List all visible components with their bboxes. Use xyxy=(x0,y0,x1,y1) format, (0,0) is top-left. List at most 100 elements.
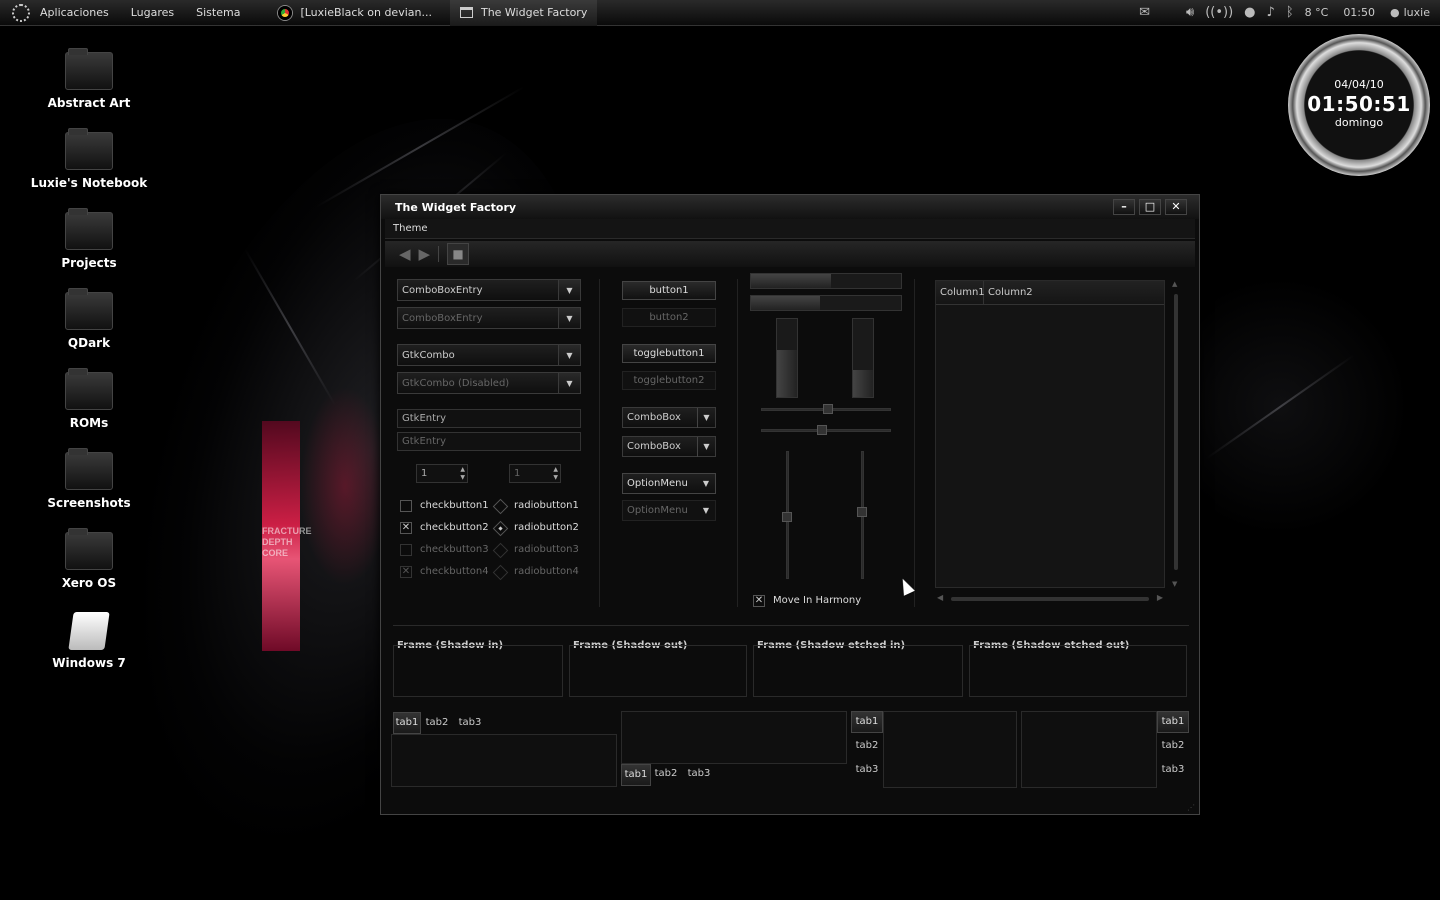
menu-lugares[interactable]: Lugares xyxy=(117,0,182,26)
forward-arrow-icon[interactable]: ▶ xyxy=(419,245,431,263)
ubuntu-logo-icon[interactable] xyxy=(12,3,30,22)
column2-header[interactable]: Column2 xyxy=(984,281,1164,304)
notebook2-tab2[interactable]: tab2 xyxy=(652,764,680,786)
desktop-icon-label: Screenshots xyxy=(47,496,131,510)
mail-icon[interactable]: ✉ xyxy=(1139,5,1150,20)
hscale-2-handle[interactable] xyxy=(817,425,828,435)
chevron-down-icon: ▼ xyxy=(558,373,580,393)
notebook1-tab1[interactable]: tab1 xyxy=(393,712,421,734)
desktop-icon-roms[interactable]: ROMs xyxy=(30,368,148,430)
radiobutton1-indicator[interactable] xyxy=(492,498,509,515)
button2: button2 xyxy=(622,308,716,327)
hscale-2[interactable] xyxy=(761,425,891,435)
column-separator xyxy=(599,279,600,607)
gtk-entry[interactable]: GtkEntry xyxy=(397,409,581,428)
column-separator xyxy=(914,279,915,607)
task-widget-factory[interactable]: The Widget Factory xyxy=(449,0,598,26)
vscale-2[interactable] xyxy=(857,451,867,579)
chevron-down-icon[interactable]: ▼ xyxy=(697,407,715,428)
checkbutton1-box[interactable] xyxy=(400,500,412,512)
notebook3-tab1[interactable]: tab1 xyxy=(851,711,883,733)
gtkcombo-disabled-text: GtkCombo (Disabled) xyxy=(402,377,510,389)
radiobutton2-label[interactable]: radiobutton2 xyxy=(514,522,579,533)
notebook1-page xyxy=(391,734,617,787)
checkbutton1-label[interactable]: checkbutton1 xyxy=(420,500,489,511)
panel-clock[interactable]: 01:50 xyxy=(1343,6,1375,19)
chevron-down-icon[interactable]: ▼ xyxy=(697,474,715,494)
task-browser[interactable]: [LuxieBlack on devian... xyxy=(268,0,442,26)
notebook3-tab3[interactable]: tab3 xyxy=(851,760,883,782)
hscale-1[interactable] xyxy=(761,404,891,414)
notebook4-tab2[interactable]: tab2 xyxy=(1157,736,1189,758)
notebook2-tab1[interactable]: tab1 xyxy=(621,764,651,786)
combobox-2[interactable]: ComboBox ▼ xyxy=(622,436,716,457)
move-in-harmony-label[interactable]: Move In Harmony xyxy=(773,595,861,606)
title-bar[interactable]: The Widget Factory – □ ✕ xyxy=(381,195,1199,219)
combobox-1[interactable]: ComboBox ▼ xyxy=(622,407,716,428)
column1-header[interactable]: Column1 xyxy=(936,281,985,304)
desktop-icon-windows-7[interactable]: Windows 7 xyxy=(30,612,148,670)
notebook1-tab3[interactable]: tab3 xyxy=(456,713,484,735)
vscale-1[interactable] xyxy=(782,451,792,579)
button1[interactable]: button1 xyxy=(622,281,716,300)
move-in-harmony-box[interactable]: ✕ xyxy=(753,595,765,607)
comboboxentry[interactable]: ComboBoxEntry ▼ xyxy=(397,279,581,301)
notebook1-tab2[interactable]: tab2 xyxy=(423,713,451,735)
menu-aplicaciones[interactable]: Aplicaciones xyxy=(32,0,117,26)
checkbutton2-box[interactable]: ✕ xyxy=(400,522,412,534)
tree-view[interactable]: Column1 Column2 xyxy=(935,280,1165,588)
clock-day: domingo xyxy=(1334,116,1384,129)
vscale-2-handle[interactable] xyxy=(857,506,867,517)
notebook4-tab1[interactable]: tab1 xyxy=(1157,711,1189,733)
minimize-icon[interactable]: – xyxy=(1113,199,1135,215)
horizontal-scrollbar[interactable]: ◀ ▶ xyxy=(937,593,1163,605)
vscale-1-handle[interactable] xyxy=(782,512,792,523)
notebook2-tab3[interactable]: tab3 xyxy=(685,764,713,786)
spin-arrows-icon[interactable]: ▲ ▼ xyxy=(460,466,465,482)
desktop-icon-qdark[interactable]: QDark xyxy=(30,288,148,350)
scroll-down-arrow-icon[interactable]: ▼ xyxy=(1172,580,1177,588)
wireless-icon[interactable]: ((•)) xyxy=(1205,5,1233,20)
vertical-scrollbar-thumb[interactable] xyxy=(1174,294,1178,570)
togglebutton1[interactable]: togglebutton1 xyxy=(622,344,716,363)
progress-bar-horizontal-2 xyxy=(750,295,902,311)
vertical-scrollbar[interactable]: ▲ ▼ xyxy=(1171,280,1181,588)
user-menu[interactable]: ● luxie xyxy=(1390,6,1430,19)
optionmenu-1[interactable]: OptionMenu ▼ xyxy=(622,473,716,494)
volume-icon[interactable]: 🔊︎ xyxy=(1186,5,1194,20)
menu-theme[interactable]: Theme xyxy=(393,223,428,234)
scroll-left-arrow-icon[interactable]: ◀ xyxy=(937,593,943,602)
desktop-icon-luxies-notebook[interactable]: Luxie's Notebook xyxy=(30,128,148,190)
progress-bar-horizontal-1 xyxy=(750,273,902,289)
scroll-up-arrow-icon[interactable]: ▲ xyxy=(1172,280,1177,288)
menu-sistema[interactable]: Sistema xyxy=(182,0,248,26)
notebook4-tab3[interactable]: tab3 xyxy=(1157,760,1189,782)
desktop-icon-projects[interactable]: Projects xyxy=(30,208,148,270)
close-icon[interactable]: ✕ xyxy=(1165,199,1187,215)
maximize-icon[interactable]: □ xyxy=(1139,199,1161,215)
chat-icon[interactable]: ● xyxy=(1244,5,1255,20)
toolbar-separator xyxy=(438,246,440,262)
gtkcombo[interactable]: GtkCombo ▼ xyxy=(397,344,581,366)
notebook3-tab2[interactable]: tab2 xyxy=(851,736,883,758)
stop-icon[interactable]: ■ xyxy=(447,243,470,265)
desktop-icon-abstract-art[interactable]: Abstract Art xyxy=(30,48,148,110)
horizontal-scrollbar-thumb[interactable] xyxy=(951,597,1149,601)
hscale-1-handle[interactable] xyxy=(823,404,834,414)
desktop-icon-label: Abstract Art xyxy=(47,96,131,110)
temperature[interactable]: 8 °C xyxy=(1305,6,1329,19)
bluetooth-icon[interactable]: ᛒ xyxy=(1286,5,1294,20)
radiobutton1-label[interactable]: radiobutton1 xyxy=(514,500,579,511)
checkbutton2-label[interactable]: checkbutton2 xyxy=(420,522,489,533)
spin-button-1[interactable]: 1 ▲ ▼ xyxy=(416,464,468,483)
chevron-down-icon[interactable]: ▼ xyxy=(558,280,580,300)
chevron-down-icon[interactable]: ▼ xyxy=(697,436,715,457)
resize-grip-icon[interactable]: ⋰ xyxy=(1187,803,1195,812)
desktop-icon-screenshots[interactable]: Screenshots xyxy=(30,448,148,510)
desktop-icon-xero-os[interactable]: Xero OS xyxy=(30,528,148,590)
chevron-down-icon[interactable]: ▼ xyxy=(558,345,580,365)
back-arrow-icon[interactable]: ◀ xyxy=(399,245,411,263)
radiobutton2-indicator[interactable] xyxy=(492,520,509,537)
scroll-right-arrow-icon[interactable]: ▶ xyxy=(1157,593,1163,602)
music-icon[interactable]: ♪ xyxy=(1267,5,1275,20)
